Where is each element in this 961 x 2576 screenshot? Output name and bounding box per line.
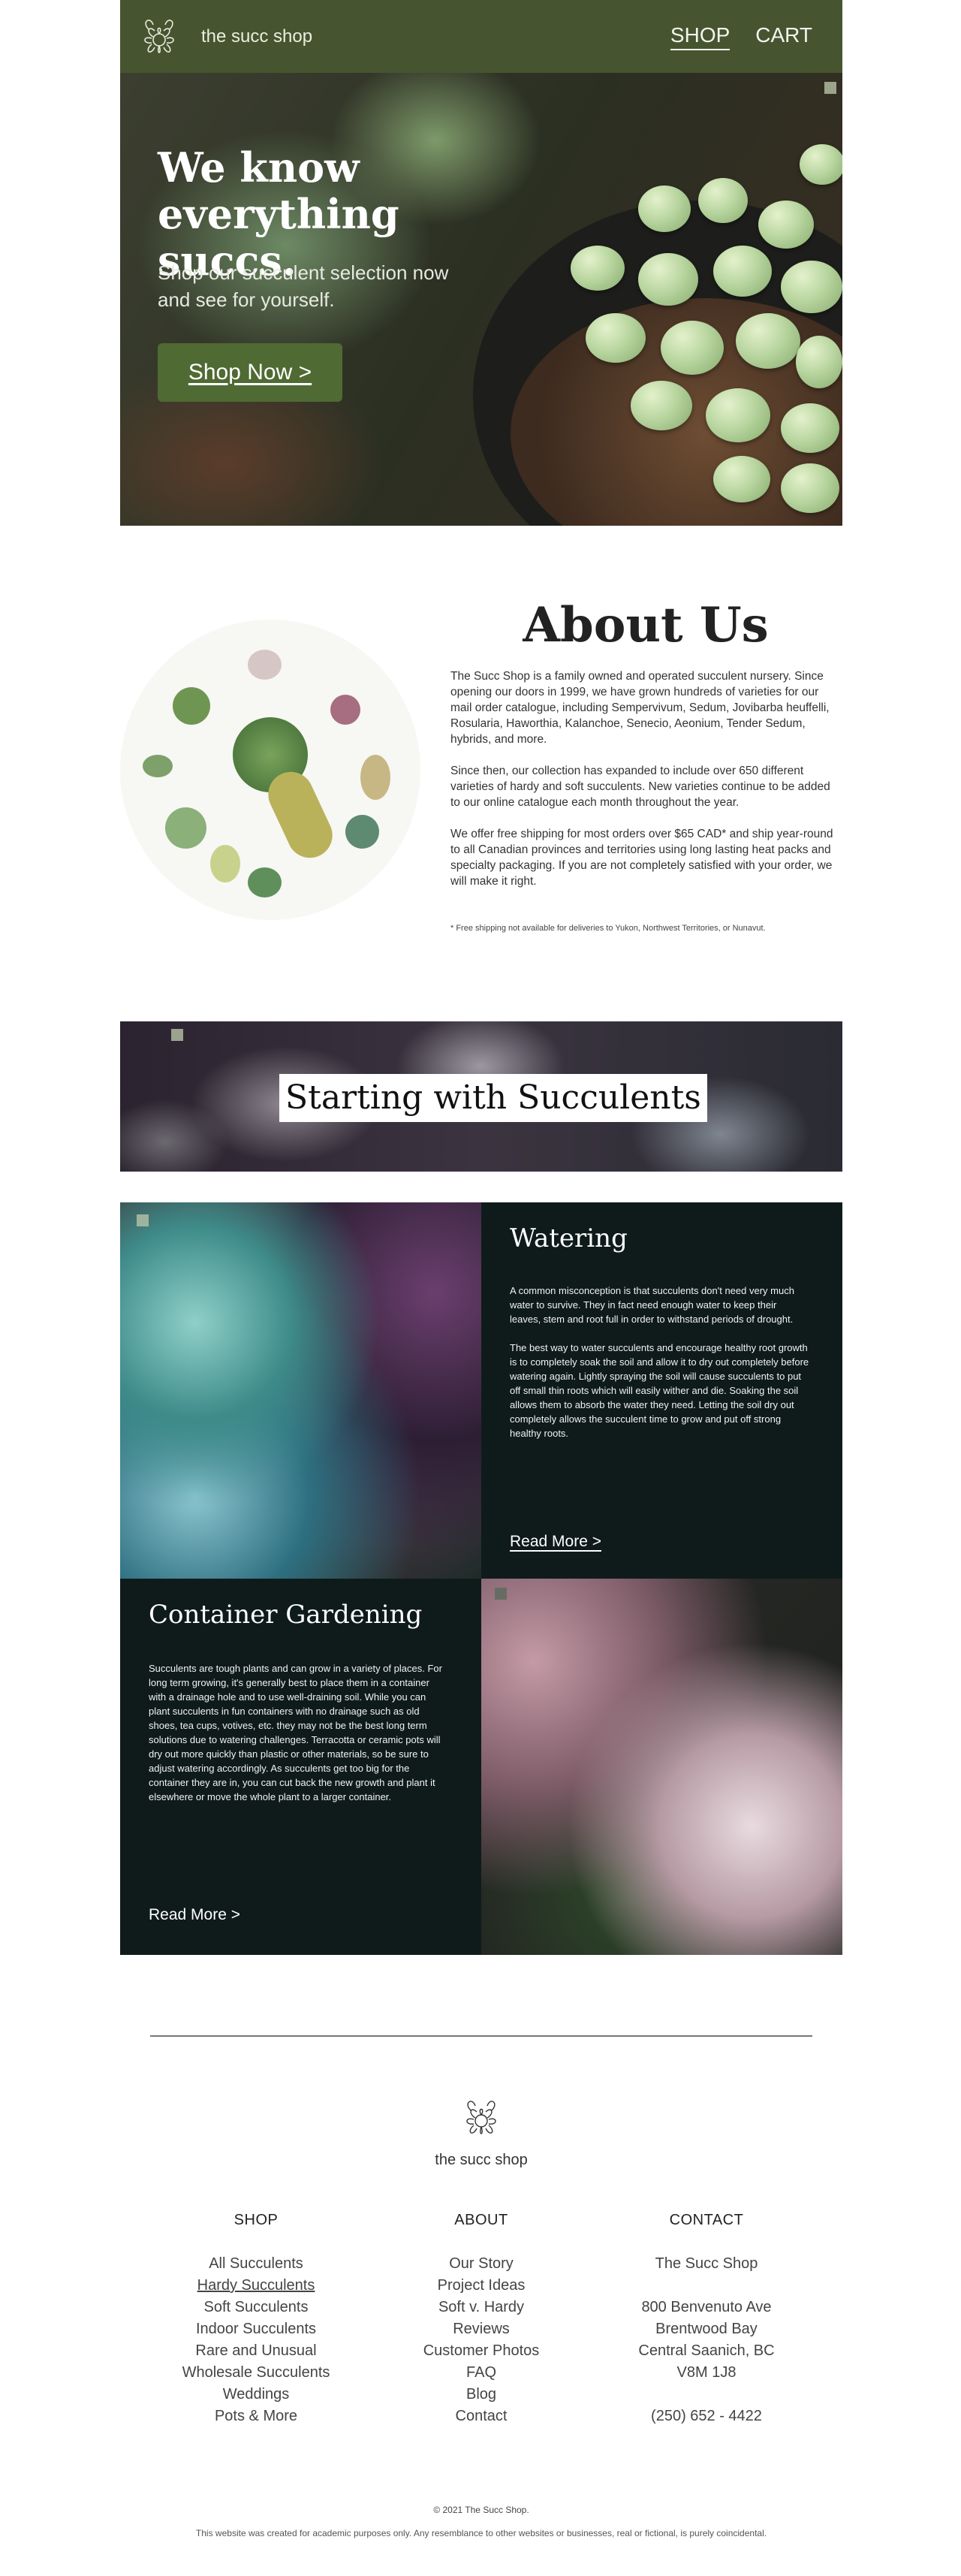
container-gardening-card: Container Gardening Succulents are tough… <box>120 1579 481 1955</box>
corner-marker <box>171 1029 183 1041</box>
watering-card: Watering A common misconception is that … <box>481 1202 842 1579</box>
footer-link[interactable]: Weddings <box>143 2384 369 2406</box>
footer-link[interactable]: All Succulents <box>143 2253 369 2275</box>
footer-about-heading: ABOUT <box>454 2212 508 2228</box>
about-paragraph: The Succ Shop is a family owned and oper… <box>450 670 830 746</box>
nav-shop-link[interactable]: SHOP <box>670 23 731 50</box>
succulent-flatlay-image <box>120 620 420 920</box>
footer-link[interactable]: Pots & More <box>143 2406 369 2427</box>
footer-brand[interactable]: the succ shop <box>120 2152 842 2169</box>
care-grid: Watering A common misconception is that … <box>120 1202 842 1955</box>
footer-link[interactable]: Indoor Succulents <box>143 2318 369 2340</box>
succulent-logo-icon[interactable] <box>451 2088 511 2148</box>
about-paragraph: Since then, our collection has expanded … <box>450 765 830 809</box>
footer-divider <box>150 2035 812 2037</box>
footer-link[interactable]: Rare and Unusual <box>143 2340 369 2362</box>
footer-link[interactable]: Reviews <box>369 2318 594 2340</box>
contact-address-line: 800 Benvenuto Ave <box>641 2299 772 2315</box>
watering-paragraph: A common misconception is that succulent… <box>510 1285 794 1325</box>
footer-link[interactable]: Contact <box>369 2406 594 2427</box>
contact-address-line: Central Saanich, BC <box>638 2342 775 2359</box>
about-paragraph: We offer free shipping for most orders o… <box>450 828 833 888</box>
shipping-footnote: * Free shipping not available for delive… <box>450 924 766 933</box>
about-title: About Us <box>523 597 769 653</box>
footer-about-column: ABOUT Our Story Project Ideas Soft v. Ha… <box>369 2212 594 2427</box>
container-body: Succulents are tough plants and can grow… <box>149 1661 449 1818</box>
container-title: Container Gardening <box>149 1600 423 1630</box>
contact-phone-link[interactable]: (250) 652 - 4422 <box>594 2406 819 2427</box>
footer-link[interactable]: Blog <box>369 2384 594 2406</box>
shop-now-button[interactable]: Shop Now > <box>158 343 342 402</box>
corner-marker <box>137 1214 149 1226</box>
footer-shop-heading: SHOP <box>233 2212 279 2228</box>
about-section: About Us The Succ Shop is a family owned… <box>120 526 842 946</box>
contact-address-line: Brentwood Bay <box>655 2321 758 2337</box>
watering-read-more-link[interactable]: Read More > <box>510 1533 601 1551</box>
footer-link[interactable]: Customer Photos <box>369 2340 594 2362</box>
footer-contact-column: CONTACT The Succ Shop 800 Benvenuto Ave … <box>594 2212 819 2427</box>
container-paragraph: Succulents are tough plants and can grow… <box>149 1663 442 1802</box>
corner-marker <box>824 82 836 94</box>
footer-link[interactable]: Soft Succulents <box>143 2297 369 2318</box>
footer-link[interactable]: Our Story <box>369 2253 594 2275</box>
main-nav: SHOP CART <box>670 23 812 50</box>
footer-shop-column: SHOP All Succulents Hardy Succulents Sof… <box>143 2212 369 2427</box>
rosette-succulent-image <box>120 1202 481 1579</box>
watering-paragraph: The best way to water succulents and enc… <box>510 1342 809 1439</box>
footer-link[interactable]: Hardy Succulents <box>143 2275 369 2297</box>
container-read-more-link[interactable]: Read More > <box>149 1906 240 1924</box>
watering-title: Watering <box>510 1223 628 1253</box>
contact-name: The Succ Shop <box>655 2255 758 2272</box>
pink-succulent-image <box>481 1579 842 1955</box>
disclaimer: This website was created for academic pu… <box>195 2528 767 2538</box>
watering-body: A common misconception is that succulent… <box>510 1283 810 1455</box>
brand-name[interactable]: the succ shop <box>201 26 312 47</box>
copyright: © 2021 The Succ Shop. <box>433 2505 529 2515</box>
banner-title: Starting with Succulents <box>279 1074 707 1122</box>
site-footer: the succ shop SHOP All Succulents Hardy … <box>120 1953 842 2576</box>
site-header: the succ shop SHOP CART <box>120 0 842 73</box>
nav-cart-link[interactable]: CART <box>755 23 812 50</box>
starting-banner: Starting with Succulents <box>120 1021 842 1172</box>
hero-subtitle: Shop our succulent selection now and see… <box>158 261 449 311</box>
contact-address-line: V8M 1J8 <box>676 2364 737 2381</box>
footer-link[interactable]: Project Ideas <box>369 2275 594 2297</box>
footer-link[interactable]: Wholesale Succulents <box>143 2362 369 2384</box>
footer-link[interactable]: FAQ <box>369 2362 594 2384</box>
about-body: The Succ Shop is a family owned and oper… <box>450 668 841 905</box>
footer-link[interactable]: Soft v. Hardy <box>369 2297 594 2318</box>
hero-banner: We know everything succs. Shop our succu… <box>120 73 842 526</box>
corner-marker <box>495 1588 507 1600</box>
succulent-logo-icon[interactable] <box>129 7 189 67</box>
footer-contact-heading: CONTACT <box>669 2212 744 2228</box>
